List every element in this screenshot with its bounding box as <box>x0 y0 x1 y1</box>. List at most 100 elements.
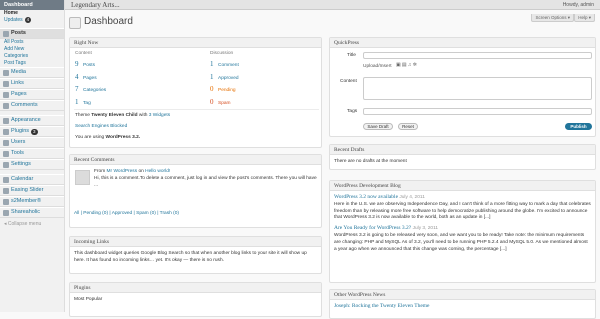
media-icon <box>3 69 9 76</box>
content-list: 9 Posts 4 Pages 7 Categories 1 Tag <box>75 59 195 109</box>
video-icon[interactable]: ▤ <box>402 63 407 68</box>
count-value: 4 <box>75 72 79 81</box>
content-row[interactable]: 7 Categories <box>75 84 195 97</box>
comment-author-link[interactable]: Mr WordPress <box>107 169 138 174</box>
publish-button[interactable]: Publish <box>565 123 592 130</box>
comment-filter-links[interactable]: All | Pending (0) | Approved | Spam (0) … <box>74 211 319 216</box>
widget-title[interactable]: Plugins <box>70 283 321 293</box>
sidebar-sub-post-tags[interactable]: Post Tags <box>0 60 64 67</box>
count-label: Pending <box>218 88 236 93</box>
howdy-user-menu[interactable]: Howdy, admin <box>563 0 594 10</box>
widget-title[interactable]: WordPress Development Blog <box>330 181 595 191</box>
widget-title[interactable]: Right Now <box>70 38 321 48</box>
sidebar-item-settings[interactable]: Settings <box>0 159 64 170</box>
title-input[interactable] <box>363 52 592 59</box>
widget-title[interactable]: Recent Comments <box>70 155 321 165</box>
collapse-menu-button[interactable]: ◂ Collapse menu <box>0 221 64 227</box>
discussion-row[interactable]: 0 Spam <box>210 97 310 110</box>
content-textarea[interactable] <box>363 77 592 100</box>
discussion-heading: Discussion <box>210 51 234 56</box>
theme-name: Twenty Eleven Child <box>91 113 138 118</box>
widget-title[interactable]: Other WordPress News <box>330 290 595 300</box>
sidebar-item-easing-slider[interactable]: Easing Slider <box>0 185 64 196</box>
audio-icon[interactable]: ♫ <box>408 63 412 68</box>
sidebar-item-appearance[interactable]: Appearance <box>0 115 64 126</box>
dashboard-icon <box>69 17 81 29</box>
discussion-row[interactable]: 0 Pending <box>210 84 310 97</box>
reset-button[interactable]: Reset <box>398 123 418 130</box>
page-title: Dashboard <box>84 16 133 27</box>
save-draft-button[interactable]: Save Draft <box>363 123 393 130</box>
content-heading: Content <box>75 51 92 56</box>
rss-item-date: July 3, 2011 <box>412 226 439 232</box>
rss-item-link[interactable]: WordPress 3.2 now available <box>334 194 398 200</box>
discussion-row[interactable]: 1 Comment <box>210 59 310 72</box>
widget-title[interactable]: Incoming Links <box>70 237 321 247</box>
plugins-count-badge: 3 <box>31 128 38 135</box>
sidebar-item-pages[interactable]: Pages <box>0 89 64 100</box>
count-label: Pages <box>83 75 97 81</box>
sidebar-item-links[interactable]: Links <box>0 78 64 89</box>
widget-title[interactable]: QuickPress <box>330 38 595 48</box>
sidebar-sub-home[interactable]: Home <box>0 10 64 17</box>
tags-input[interactable] <box>363 108 592 115</box>
rss-item-date: July 4, 2011 <box>399 195 425 200</box>
version-value: WordPress 3.2. <box>105 135 141 140</box>
help-tab[interactable]: Help ▾ <box>574 14 595 22</box>
sidebar-item-s2member[interactable]: s2Member® <box>0 196 64 207</box>
sidebar-sub-label: Updates <box>4 17 23 23</box>
sidebar-sub-add-new[interactable]: Add New <box>0 46 64 53</box>
sidebar-item-label: Shareaholic <box>11 209 41 215</box>
recent-drafts-widget: Recent Drafts There are no drafts at the… <box>329 144 596 170</box>
sidebar-sub-categories[interactable]: Categories <box>0 53 64 60</box>
updates-count-badge: 4 <box>24 17 32 23</box>
image-icon[interactable]: ▣ <box>396 63 401 68</box>
sidebar-item-label: Easing Slider <box>11 187 44 193</box>
site-title[interactable]: Legendary Arts... <box>71 0 120 10</box>
gear-icon[interactable]: ✲ <box>413 63 417 68</box>
sidebar-item-posts[interactable]: Posts <box>0 28 64 39</box>
comment-post-link[interactable]: Hello world! <box>145 169 170 174</box>
rss-item-link[interactable]: Are You Ready for WordPress 3.2? <box>334 225 411 231</box>
sidebar-item-comments[interactable]: Comments <box>0 100 64 111</box>
count-value: 9 <box>75 60 79 68</box>
widget-title[interactable]: Recent Drafts <box>330 145 595 155</box>
right-now-widget: Right Now Content Discussion 9 Posts 4 Pag… <box>69 37 322 148</box>
sidebar-sub-updates[interactable]: Updates 4 <box>0 17 64 24</box>
sidebar-item-media[interactable]: Media <box>0 67 64 78</box>
share-icon <box>3 209 9 216</box>
sidebar-item-tools[interactable]: Tools <box>0 148 64 159</box>
sidebar-item-plugins[interactable]: Plugins 3 <box>0 126 64 137</box>
sidebar-item-shareaholic[interactable]: Shareaholic <box>0 207 64 218</box>
upload-insert-label: Upload/Insert <box>363 64 392 69</box>
comment-excerpt: Hi, this is a comment.To delete a commen… <box>94 176 317 188</box>
most-popular-heading: Most Popular <box>74 297 103 302</box>
page-header: Dashboard Screen Options ▾ Help ▾ <box>69 14 596 34</box>
content-row[interactable]: 9 Posts <box>75 59 195 72</box>
search-engines-blocked-link[interactable]: Search Engines Blocked <box>75 123 320 131</box>
content-row[interactable]: 4 Pages <box>75 72 195 85</box>
plug-icon <box>3 128 9 135</box>
content-row[interactable]: 1 Tag <box>75 97 195 110</box>
incoming-links-widget: Incoming Links This dashboard widget que… <box>69 236 322 274</box>
sidebar-item-calendar[interactable]: Calendar <box>0 174 64 185</box>
discussion-row[interactable]: 1 Approved <box>210 72 310 85</box>
media-buttons: ▣ ▤ ♫ ✲ <box>396 63 417 68</box>
screen-options-tab[interactable]: Screen Options ▾ <box>531 14 574 22</box>
count-label: Approved <box>218 75 239 81</box>
sidebar-item-label: Appearance <box>11 117 41 123</box>
rss-item-excerpt: Here in the U.S. we are observing Indepe… <box>334 201 591 221</box>
sidebar-item-dashboard[interactable]: Dashboard <box>0 0 64 10</box>
count-value: 1 <box>75 97 79 106</box>
dev-blog-list: WordPress 3.2 now available July 4, 2011… <box>330 191 595 256</box>
other-news-link[interactable]: Joseph: Rocking the Twenty Eleven Theme <box>330 300 595 313</box>
comment-meta: From Mr WordPress on Hello world! <box>94 168 318 175</box>
theme-line: Theme Twenty Eleven Child with 3 Widgets <box>75 112 320 120</box>
count-label: Categories <box>83 88 107 93</box>
sidebar-sub-all-posts[interactable]: All Posts <box>0 39 64 46</box>
theme-with: with <box>138 113 148 118</box>
sidebar-item-users[interactable]: Users <box>0 137 64 148</box>
content-label: Content <box>340 79 357 84</box>
widgets-link[interactable]: 3 Widgets <box>149 113 170 118</box>
rss-item: Are You Ready for WordPress 3.2? July 3,… <box>334 225 591 233</box>
